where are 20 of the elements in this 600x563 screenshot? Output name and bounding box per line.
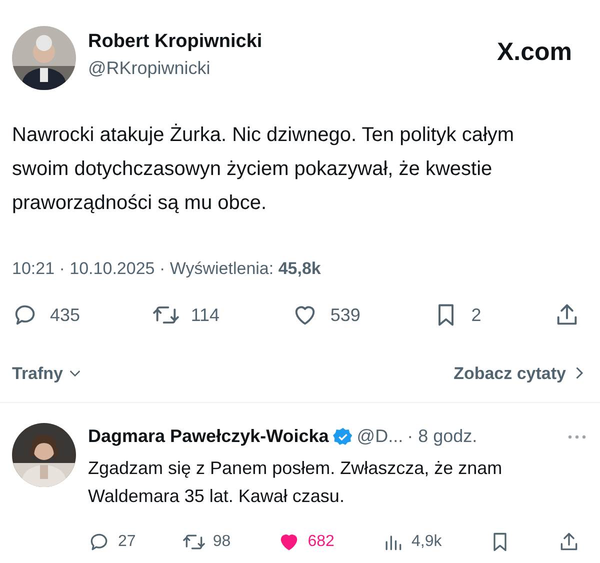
sort-dropdown[interactable]: Trafny [12,360,84,386]
bookmark-action[interactable]: 2 [433,302,482,328]
like-action[interactable]: 539 [292,302,360,328]
reply-action[interactable]: 27 [88,530,136,554]
reply-author-handle: @D... [356,425,404,448]
views-action[interactable]: 4,9k [382,530,442,554]
repost-action[interactable]: 114 [152,302,220,328]
speech-bubble-icon [88,531,110,553]
reply-action[interactable]: 435 [12,302,80,328]
author-handle: @RKropiwnicki [88,57,212,80]
reply-time: · 8 godz. [407,425,478,448]
see-quotes-link[interactable]: Zobacz cytaty [454,360,588,386]
repost-action[interactable]: 98 [182,530,231,554]
tweet-text: Nawrocki atakuje Żurka. Nic dziwnego. Ten polityk całym swoim dotychczasowyn życiem pokazywał, że kwestie praworządności są mu obce. [12,122,516,216]
tweet-meta: 10:21 · 10.10.2025 · Wyświetlenia: 45,8k [12,258,322,280]
site-label: X.com [496,37,572,68]
reply-author-name: Dagmara Pawełczyk-Woicka [88,425,329,448]
like-action[interactable]: 682 [278,530,334,554]
reply-text: Zgadzam się z Panem posłem. Zwłaszcza, że znam Waldemara 35 lat. Kawał czasu. [88,457,504,508]
author-name: Robert Kropiwnicki [88,30,262,54]
